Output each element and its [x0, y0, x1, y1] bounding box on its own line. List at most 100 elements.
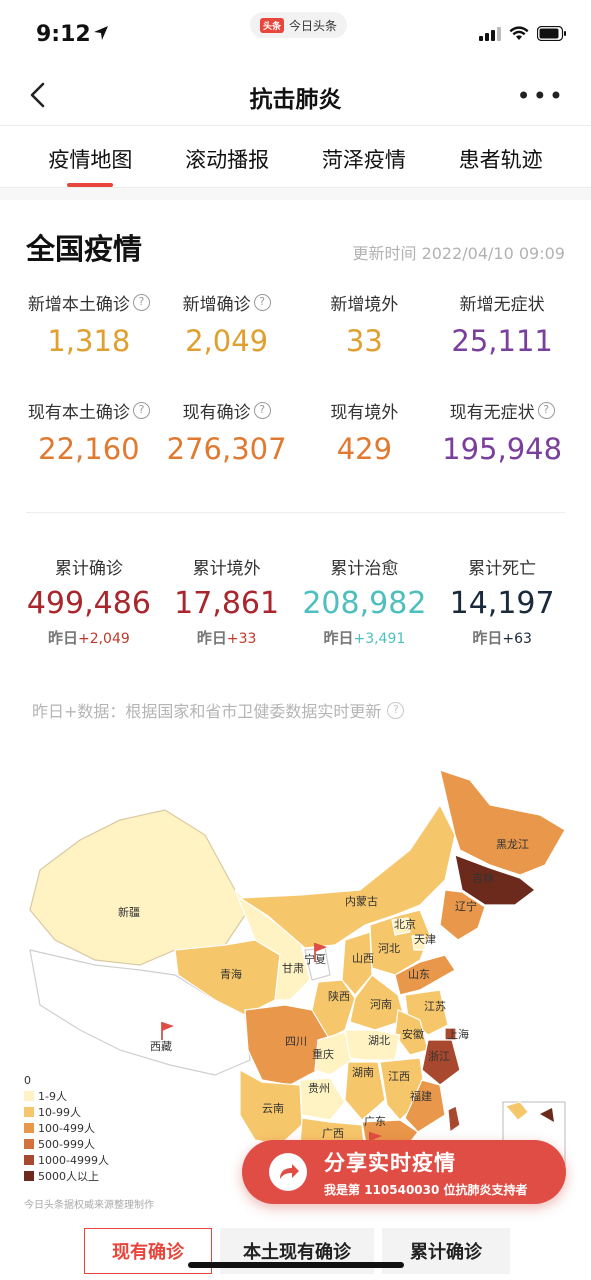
- legend-label: 5000人以上: [38, 1170, 99, 1183]
- stat-new-imported: 新增境外 33: [296, 290, 434, 359]
- help-icon[interactable]: ?: [132, 293, 150, 311]
- map-region-label: 浙江: [428, 1050, 450, 1063]
- stat-value: 499,486: [26, 586, 151, 621]
- legend-swatch: [24, 1171, 34, 1181]
- tab-heze-epidemic[interactable]: 菏泽疫情: [322, 126, 406, 187]
- yesterday-label: 昨日: [323, 629, 354, 647]
- map-region-label: 广西: [322, 1127, 344, 1140]
- signal-icon: [479, 26, 501, 41]
- stat-new-local-confirmed: 新增本土确诊? 1,318: [20, 290, 158, 358]
- supporter-number: 110540030: [364, 1182, 440, 1197]
- stat-value: 195,948: [442, 432, 563, 466]
- map-region-label: 内蒙古: [345, 894, 378, 908]
- help-icon[interactable]: ?: [253, 293, 271, 311]
- home-indicator[interactable]: [188, 1262, 404, 1268]
- legend-item: 1-9人: [24, 1088, 109, 1104]
- region-taiwan[interactable]: [447, 1105, 461, 1134]
- stat-label: 累计死亡: [468, 558, 537, 579]
- legend-label: 0: [24, 1073, 31, 1087]
- tab-bar: 疫情地图 滚动播报 菏泽疫情 患者轨迹: [0, 126, 591, 188]
- stat-current-local-confirmed: 现有本土确诊? 22,160: [20, 398, 158, 466]
- map-region-label: 吉林: [472, 871, 494, 885]
- map-region-label: 黑龙江: [496, 838, 529, 851]
- battery-icon: [537, 26, 566, 41]
- stats-total-row: 累计确诊 499,486 昨日+2,049 累计境外 17,861 昨日+33 …: [20, 554, 571, 648]
- toutiao-logo: 头条: [260, 17, 285, 33]
- stat-total-deaths: 累计死亡 14,197 昨日+63: [433, 554, 571, 648]
- map-region-label: 河南: [370, 998, 392, 1011]
- legend-swatch: [24, 1123, 34, 1133]
- stat-label: 现有境外: [330, 402, 399, 423]
- legend-swatch: [24, 1107, 34, 1117]
- tab-patient-tracks[interactable]: 患者轨迹: [459, 126, 543, 187]
- back-to-app-pill[interactable]: 头条 今日头条: [250, 12, 348, 38]
- stat-label: 新增确诊: [182, 294, 251, 315]
- tab-rolling-news[interactable]: 滚动播报: [185, 126, 269, 187]
- map-region-label: 西藏: [150, 1040, 172, 1053]
- map-region-label: 重庆: [312, 1047, 334, 1061]
- tab-epidemic-map[interactable]: 疫情地图: [48, 126, 132, 187]
- share-icon: [268, 1152, 308, 1192]
- help-icon[interactable]: ?: [537, 401, 555, 419]
- map-region-label: 新疆: [118, 905, 140, 919]
- map-region-label: 山东: [408, 968, 430, 981]
- map-region-label: 河北: [378, 942, 400, 955]
- legend-swatch: [24, 1155, 34, 1165]
- stat-label: 累计治愈: [330, 558, 399, 579]
- map-region-label: 北京: [394, 917, 416, 931]
- map-region-label: 湖北: [368, 1034, 390, 1047]
- map-region-label: 广东: [364, 1115, 386, 1128]
- stat-new-confirmed: 新增确诊? 2,049: [158, 290, 296, 358]
- update-time: 更新时间 2022/04/10 09:09: [352, 244, 565, 263]
- legend-swatch: [24, 1091, 34, 1101]
- yesterday-delta: +3,491: [353, 631, 406, 647]
- stat-total-confirmed: 累计确诊 499,486 昨日+2,049: [20, 554, 158, 648]
- legend-item: 500-999人: [24, 1136, 109, 1152]
- map-source-note: 今日头条据权威来源整理制作: [24, 1200, 154, 1211]
- map-region-label: 上海: [447, 1027, 469, 1041]
- legend-label: 100-499人: [38, 1122, 95, 1135]
- stat-current-confirmed: 现有确诊? 276,307: [158, 398, 296, 466]
- location-arrow-icon: [94, 26, 108, 40]
- stat-new-asymptomatic: 新增无症状 25,111: [433, 290, 571, 359]
- yesterday-delta: +33: [226, 631, 257, 647]
- map-region-label: 江西: [388, 1070, 410, 1083]
- legend-item: 10-99人: [24, 1104, 109, 1120]
- stat-label: 现有确诊: [182, 402, 251, 423]
- region-xinjiang[interactable]: [29, 809, 246, 966]
- nav-bar: 抗击肺炎 •••: [0, 66, 591, 126]
- help-icon[interactable]: ?: [387, 701, 405, 719]
- stat-value: 276,307: [166, 432, 287, 466]
- map-region-label: 湖南: [352, 1066, 374, 1079]
- share-live-epidemic-button[interactable]: 分享实时疫情 我是第 110540030 位抗肺炎支持者: [242, 1140, 566, 1204]
- legend-label: 1-9人: [38, 1090, 67, 1103]
- map-region-label: 天津: [414, 933, 436, 946]
- stat-value: 208,982: [302, 586, 427, 621]
- map-region-label: 四川: [285, 1035, 307, 1048]
- help-icon[interactable]: ?: [132, 401, 150, 419]
- yesterday-delta: +2,049: [77, 631, 130, 647]
- map-region-label: 江苏: [424, 1000, 446, 1013]
- map-region-label: 青海: [220, 967, 242, 981]
- stat-current-asymptomatic: 现有无症状? 195,948: [433, 398, 571, 466]
- stat-value: 429: [336, 432, 393, 466]
- legend-swatch: [24, 1139, 34, 1149]
- legend-item: 100-499人: [24, 1120, 109, 1136]
- page-title: 抗击肺炎: [249, 87, 342, 113]
- stat-label: 新增境外: [330, 294, 399, 315]
- wifi-icon: [509, 26, 529, 40]
- divider: [26, 512, 565, 513]
- data-note: 昨日+数据：根据国家和省市卫健委数据实时更新 ?: [32, 698, 405, 722]
- stat-value: 22,160: [38, 432, 140, 466]
- help-icon[interactable]: ?: [253, 401, 271, 419]
- map-region-label: 贵州: [308, 1082, 330, 1095]
- map-region-label: 云南: [262, 1102, 284, 1115]
- yesterday-label: 昨日: [47, 629, 78, 647]
- map-region-label: 山西: [352, 952, 374, 965]
- more-icon[interactable]: •••: [517, 82, 565, 110]
- map-region-label: 宁夏: [304, 952, 326, 966]
- stat-label: 累计确诊: [54, 558, 123, 579]
- status-time: 9:12: [36, 22, 91, 47]
- stat-value: 17,861: [174, 586, 280, 621]
- stat-value: 33: [345, 324, 383, 358]
